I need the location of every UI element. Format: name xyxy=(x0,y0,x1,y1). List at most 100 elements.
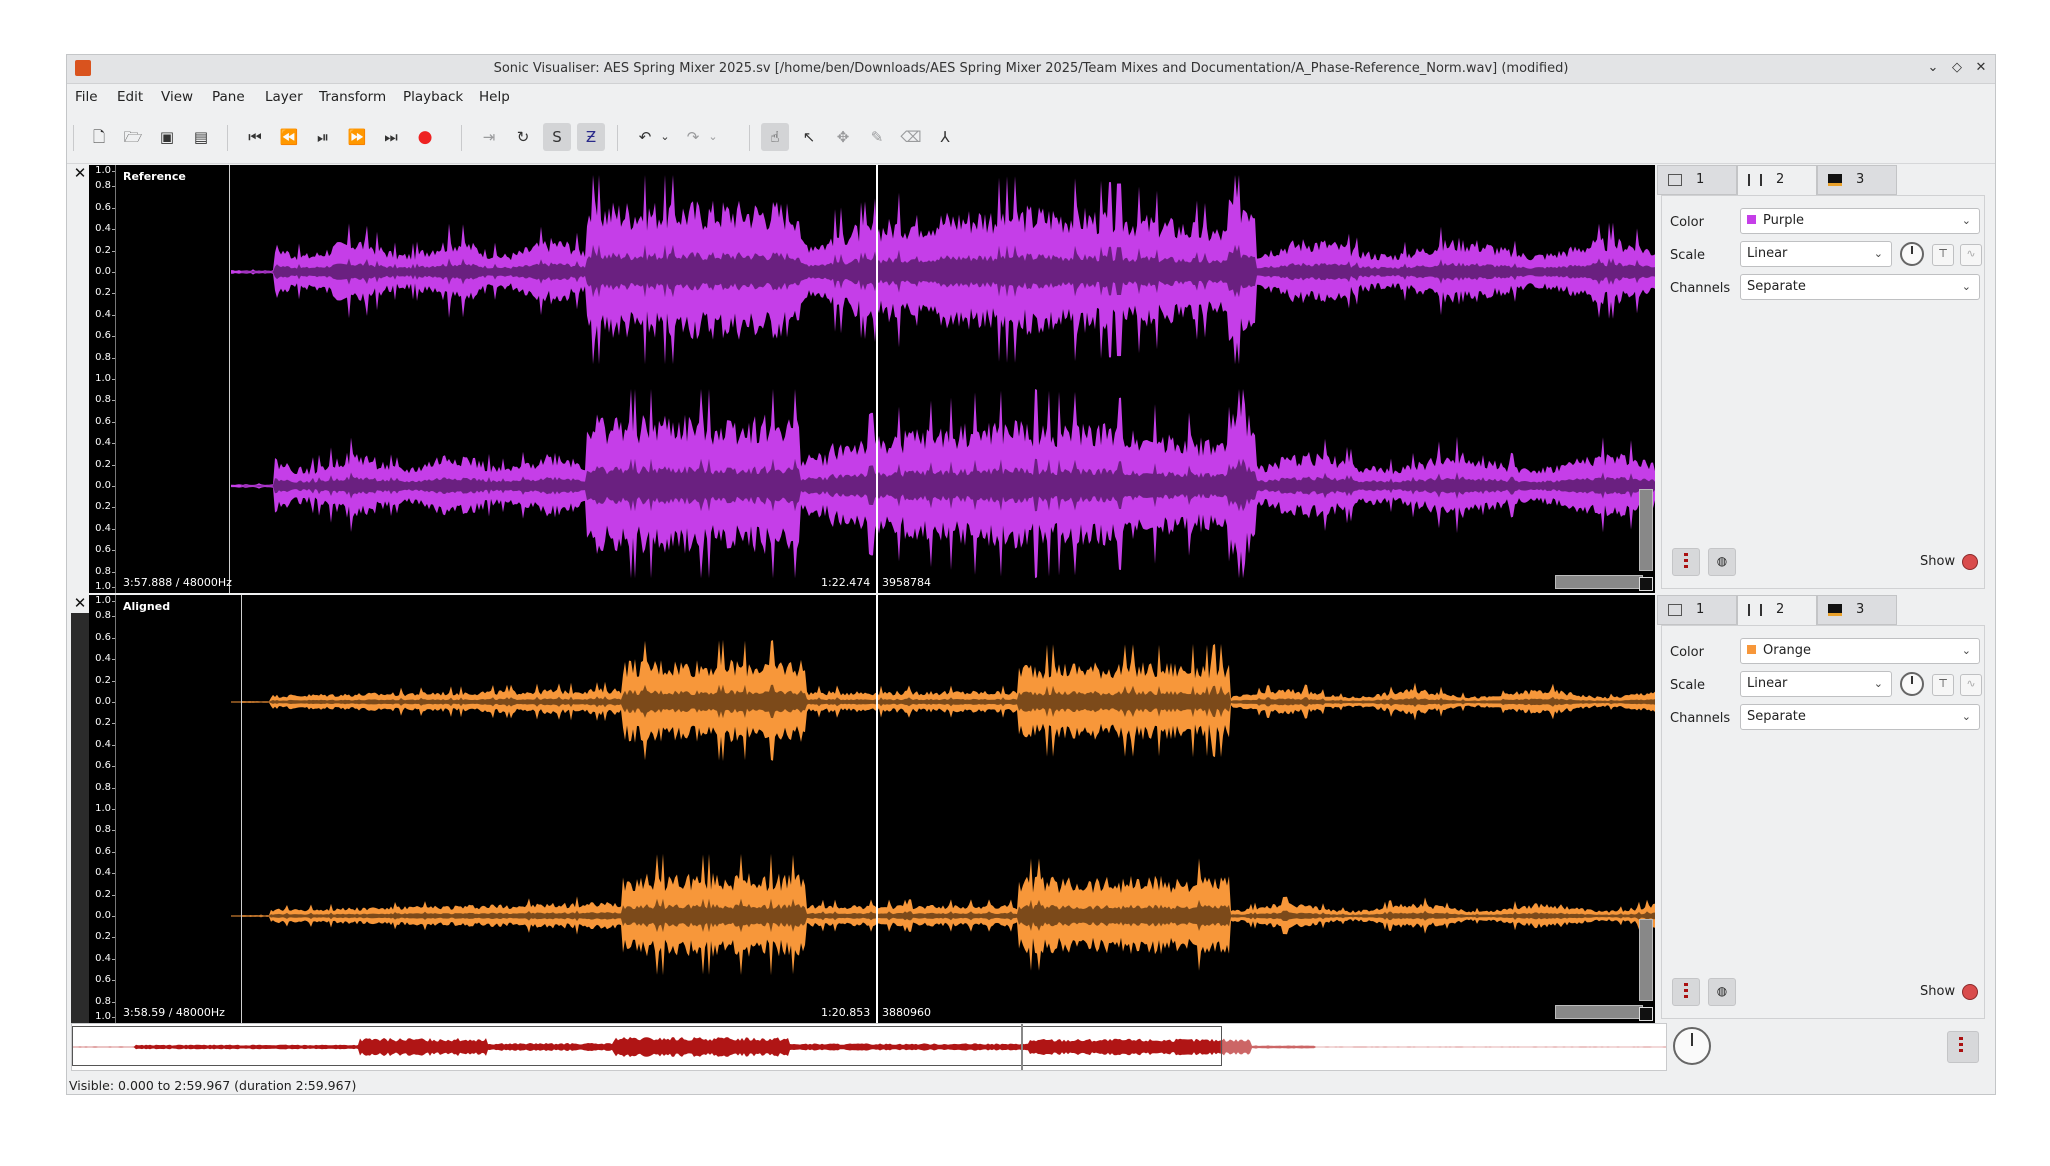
menu-layer[interactable]: Layer xyxy=(265,89,303,105)
waveform-aligned[interactable] xyxy=(231,595,1655,1023)
redo-icon[interactable]: ↷ xyxy=(679,123,707,151)
follow-playback-icon[interactable]: Ƶ xyxy=(577,123,605,151)
waveform-tab-icon xyxy=(1748,604,1762,616)
playback-speed-knob[interactable] xyxy=(1673,1027,1711,1065)
pane-tab-icon xyxy=(1668,174,1682,186)
scale-tick: 0.8 xyxy=(89,825,115,835)
waveform-reference[interactable] xyxy=(231,165,1655,593)
select-tool-icon[interactable]: ↖ xyxy=(795,123,823,151)
draw-tool-icon[interactable]: ✎ xyxy=(863,123,891,151)
loop-icon[interactable]: ↻ xyxy=(509,123,537,151)
redo-menu-icon[interactable]: ⌄ xyxy=(705,123,721,151)
color-combo[interactable]: Orange ⌄ xyxy=(1740,638,1980,664)
close-pane-icon[interactable]: ✕ xyxy=(71,165,89,183)
visible-region-box[interactable] xyxy=(72,1026,1222,1066)
menu-view[interactable]: View xyxy=(161,89,193,105)
zoom-reset-button[interactable] xyxy=(1639,577,1653,591)
normalize-button[interactable]: ⊤ xyxy=(1932,674,1954,696)
menu-edit[interactable]: Edit xyxy=(117,89,143,105)
fast-forward-icon[interactable]: ⏩ xyxy=(343,123,371,151)
scale-tick: 1.0 xyxy=(89,166,115,176)
new-document-icon[interactable]: 🗋 xyxy=(85,123,113,151)
show-means-button[interactable]: ∿ xyxy=(1960,244,1982,266)
forward-end-icon[interactable]: ⏭ xyxy=(377,123,405,151)
chevron-down-icon: ⌄ xyxy=(1961,710,1971,723)
menu-file[interactable]: File xyxy=(75,89,98,105)
gain-knob[interactable] xyxy=(1900,242,1924,266)
window-title: Sonic Visualiser: AES Spring Mixer 2025.… xyxy=(493,61,1569,76)
horizontal-zoom-slider[interactable] xyxy=(1555,1005,1643,1019)
overview-panel[interactable] xyxy=(71,1023,1667,1071)
rewind-start-icon[interactable]: ⏮ xyxy=(241,123,269,151)
horizontal-zoom-slider[interactable] xyxy=(1555,575,1643,589)
scale-tick: 0.6 xyxy=(89,545,115,555)
layer-menu-button[interactable] xyxy=(1672,548,1700,576)
vertical-zoom-slider[interactable] xyxy=(1639,489,1653,571)
scale-tick: 0.6 xyxy=(89,633,115,643)
scale-tick: 0.8 xyxy=(89,181,115,191)
gain-knob[interactable] xyxy=(1900,672,1924,696)
scale-tick: 1.0 xyxy=(89,582,115,592)
move-tool-icon[interactable]: ✥ xyxy=(829,123,857,151)
scale-tick: 0.6 xyxy=(89,331,115,341)
undo-menu-icon[interactable]: ⌄ xyxy=(657,123,673,151)
tab-layer-2[interactable]: 2 xyxy=(1737,165,1817,195)
measure-tool-icon[interactable]: ⅄ xyxy=(931,123,959,151)
menu-help[interactable]: Help xyxy=(479,89,510,105)
open-folder-icon[interactable]: 🗁 xyxy=(119,123,147,151)
normalize-button[interactable]: ⊤ xyxy=(1932,244,1954,266)
play-pause-icon[interactable]: ⏯ xyxy=(309,123,337,151)
zoom-reset-button[interactable] xyxy=(1639,1007,1653,1021)
playback-cursor[interactable] xyxy=(876,165,878,593)
cursor-frame-label: 3880960 xyxy=(882,1006,931,1019)
layer-info-button[interactable]: ◍ xyxy=(1708,978,1736,1006)
scale-tick: 0.8 xyxy=(89,395,115,405)
menu-transform[interactable]: Transform xyxy=(319,89,386,105)
tab-layer-3[interactable]: 3 xyxy=(1817,595,1897,625)
solo-icon[interactable]: S xyxy=(543,123,571,151)
tab-layer-1[interactable]: 1 xyxy=(1657,165,1737,195)
erase-tool-icon[interactable]: ⌫ xyxy=(897,123,925,151)
main-window: Sonic Visualiser: AES Spring Mixer 2025.… xyxy=(66,54,1996,1095)
cursor-time-label: 1:22.474 xyxy=(821,576,871,589)
layer-info-button[interactable]: ◍ xyxy=(1708,548,1736,576)
close-pane-icon[interactable]: ✕ xyxy=(71,595,89,613)
undo-icon[interactable]: ↶ xyxy=(631,123,659,151)
color-label: Color xyxy=(1670,645,1704,660)
tab-layer-1[interactable]: 1 xyxy=(1657,595,1737,625)
layer-menu-button[interactable] xyxy=(1672,978,1700,1006)
scale-combo[interactable]: Linear ⌄ xyxy=(1740,671,1892,697)
tab-layer-3[interactable]: 3 xyxy=(1817,165,1897,195)
play-selection-icon[interactable]: ⇥ xyxy=(475,123,503,151)
channels-combo[interactable]: Separate ⌄ xyxy=(1740,274,1980,300)
maximize-icon[interactable]: ◇ xyxy=(1947,58,1967,78)
scale-tick: 1.0 xyxy=(89,804,115,814)
channels-combo[interactable]: Separate ⌄ xyxy=(1740,704,1980,730)
save-icon[interactable]: ▣ xyxy=(153,123,181,151)
menu-pane[interactable]: Pane xyxy=(212,89,245,105)
layer-name-label: Aligned xyxy=(123,600,171,613)
show-toggle[interactable] xyxy=(1962,554,1978,570)
vertical-zoom-slider[interactable] xyxy=(1639,919,1653,1001)
navigate-tool-icon[interactable]: ☝ xyxy=(761,123,789,151)
record-icon[interactable]: ● xyxy=(411,123,439,151)
playback-cursor[interactable] xyxy=(876,595,878,1023)
spectrogram-tab-icon xyxy=(1828,604,1842,616)
close-window-icon[interactable]: ✕ xyxy=(1971,58,1991,78)
status-bar: Visible: 0.000 to 2:59.967 (duration 2:5… xyxy=(67,1075,1995,1095)
rewind-icon[interactable]: ⏪ xyxy=(275,123,303,151)
color-combo[interactable]: Purple ⌄ xyxy=(1740,208,1980,234)
pane-aligned[interactable]: ✕ 1.0 0.8 0.6 0.4 0.2 0.0 0.2 0.4 0.6 0.8 1.0 0.8 0.… xyxy=(71,595,1655,1023)
overview-menu-button[interactable] xyxy=(1947,1031,1979,1063)
save-as-icon[interactable]: ▤ xyxy=(187,123,215,151)
amplitude-scale: 1.0 0.8 0.6 0.4 0.2 0.0 0.2 0.4 0.6 0.8 1.0 0.8 0.6 0… xyxy=(89,165,116,593)
show-means-button[interactable]: ∿ xyxy=(1960,674,1982,696)
pane-reference[interactable]: ✕ 1.0 0.8 0.6 0.4 0.2 0.0 0.2 0.4 0.6 0.8 1.0 0.8 0.… xyxy=(71,165,1655,593)
minimize-icon[interactable]: ⌄ xyxy=(1923,58,1943,78)
tab-layer-2[interactable]: 2 xyxy=(1737,595,1817,625)
menu-playback[interactable]: Playback xyxy=(403,89,463,105)
scale-combo[interactable]: Linear ⌄ xyxy=(1740,241,1892,267)
scale-tick: 0.2 xyxy=(89,932,115,942)
show-toggle[interactable] xyxy=(1962,984,1978,1000)
pane-activity-bar xyxy=(71,183,89,593)
